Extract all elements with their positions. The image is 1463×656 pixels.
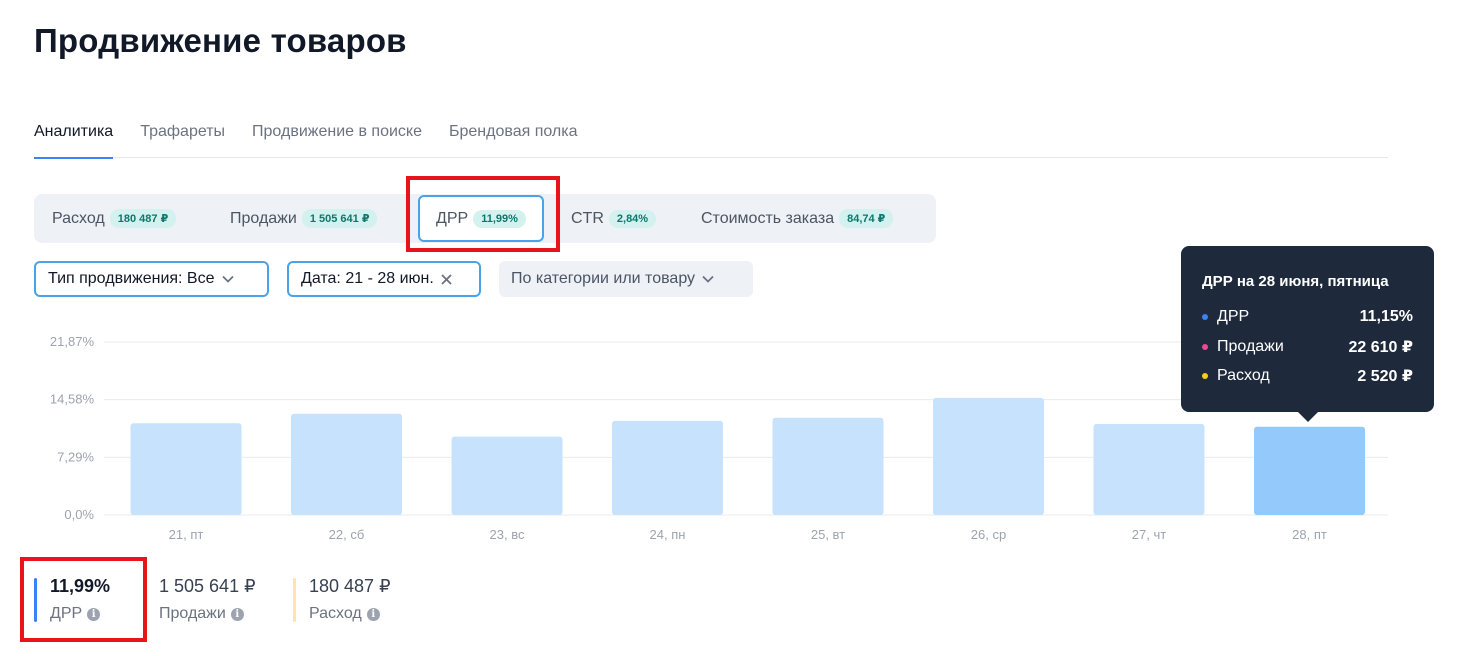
summary-value: 1 505 641 ₽ — [159, 576, 256, 596]
x-tick-label: 28, пт — [1292, 527, 1327, 542]
bar[interactable] — [1254, 426, 1365, 515]
metric-label: Расход — [52, 209, 105, 227]
summary-color-bar — [143, 578, 146, 622]
info-icon[interactable]: i — [230, 607, 244, 621]
x-tick-label: 23, вс — [490, 527, 525, 542]
metric-badge: 1 505 641 ₽ — [301, 209, 378, 228]
summary-sales[interactable]: 1 505 641 ₽ Продажи i — [143, 576, 278, 624]
summary-label: ДРР i — [50, 605, 101, 623]
info-icon[interactable]: i — [366, 607, 380, 621]
tab-stencils[interactable]: Трафареты — [140, 120, 225, 158]
tooltip-title: ДРР на 28 июня, пятница — [1202, 273, 1389, 290]
y-tick-label: 0,0% — [64, 507, 94, 522]
tab-analytics[interactable]: Аналитика — [34, 120, 114, 159]
metric-drr[interactable]: ДРР 11,99% — [418, 195, 544, 242]
summary-color-bar — [293, 578, 296, 622]
page-title: Продвижение товаров — [34, 22, 407, 59]
summary-drr[interactable]: 11,99% ДРР i — [34, 576, 144, 624]
bar[interactable] — [451, 436, 563, 515]
tooltip-row-value: 11,15% — [1359, 308, 1413, 325]
metric-expense[interactable]: Расход 180 487 ₽ — [52, 194, 177, 243]
filter-label: Тип продвижения: Все — [48, 270, 215, 287]
bar[interactable] — [1093, 424, 1205, 515]
summary-value: 180 487 ₽ — [309, 576, 391, 596]
bar[interactable] — [291, 413, 402, 515]
x-tick-label: 25, вт — [811, 527, 845, 542]
info-icon[interactable]: i — [87, 607, 101, 621]
x-tick-label: 22, сб — [329, 527, 365, 542]
tooltip-row-sales: Продажи 22 610 ₽ — [1202, 337, 1413, 357]
metrics-bar: Расход 180 487 ₽ Продажи 1 505 641 ₽ ДРР… — [34, 194, 936, 243]
chevron-down-icon — [702, 275, 714, 283]
chevron-down-icon — [221, 275, 234, 283]
tabs-bar: Аналитика Трафареты Продвижение в поиске… — [34, 120, 1388, 159]
filter-category[interactable]: По категории или товару — [499, 261, 753, 297]
x-tick-label: 21, пт — [169, 527, 204, 542]
filter-promotion-type[interactable]: Тип продвижения: Все — [34, 261, 269, 297]
tooltip-row-label: Расход — [1217, 367, 1270, 384]
bar[interactable] — [130, 423, 242, 515]
chart-tooltip: ДРР на 28 июня, пятница ДРР 11,15% Прода… — [1181, 246, 1434, 422]
tooltip-row-expense: Расход 2 520 ₽ — [1202, 366, 1413, 386]
close-icon[interactable] — [441, 273, 452, 285]
bar[interactable] — [772, 417, 884, 515]
filter-date[interactable]: Дата: 21 - 28 июн. — [287, 261, 481, 297]
metric-badge: 11,99% — [473, 209, 526, 228]
metric-order-cost[interactable]: Стоимость заказа 84,74 ₽ — [701, 194, 894, 243]
metric-label: CTR — [571, 209, 604, 227]
summary-expense[interactable]: 180 487 ₽ Расход i — [293, 576, 418, 624]
tab-brand-shelf[interactable]: Брендовая полка — [449, 120, 578, 158]
tooltip-row-drr: ДРР 11,15% — [1202, 308, 1413, 326]
bar[interactable] — [612, 420, 723, 515]
tab-search-promotion[interactable]: Продвижение в поиске — [252, 120, 422, 158]
filter-label: По категории или товару — [511, 270, 696, 287]
dot-icon — [1202, 373, 1208, 379]
summary-label-text: ДРР — [50, 605, 83, 622]
metric-badge: 84,74 ₽ — [839, 209, 894, 228]
metric-ctr[interactable]: CTR 2,84% — [571, 194, 657, 243]
summary-label-text: Продажи — [159, 605, 226, 622]
x-tick-label: 24, пн — [650, 527, 686, 542]
summary-color-bar — [34, 578, 37, 622]
dot-icon — [1202, 344, 1208, 350]
metric-label: Стоимость заказа — [701, 209, 835, 227]
metric-badge: 180 487 ₽ — [109, 209, 177, 228]
metric-label: ДРР — [436, 209, 469, 227]
x-tick-label: 26, ср — [971, 527, 1006, 542]
y-tick-label: 7,29% — [57, 449, 94, 464]
metric-sales[interactable]: Продажи 1 505 641 ₽ — [230, 194, 378, 243]
tooltip-row-label: Продажи — [1217, 338, 1284, 355]
tooltip-row-value: 22 610 ₽ — [1348, 339, 1413, 356]
dot-icon — [1202, 314, 1208, 320]
bar[interactable] — [933, 397, 1044, 515]
filter-label: Дата: 21 - 28 июн. — [301, 270, 434, 287]
summary-label-text: Расход — [309, 605, 362, 622]
tooltip-row-value: 2 520 ₽ — [1357, 368, 1413, 385]
metric-badge: 2,84% — [608, 209, 657, 228]
x-tick-label: 27, чт — [1132, 527, 1166, 542]
summary-value: 11,99% — [50, 576, 111, 596]
metric-label: Продажи — [230, 209, 297, 227]
summary-label: Расход i — [309, 605, 380, 623]
y-tick-label: 21,87% — [50, 334, 95, 349]
y-tick-label: 14,58% — [50, 392, 95, 407]
tooltip-row-label: ДРР — [1217, 308, 1250, 325]
summary-label: Продажи i — [159, 605, 244, 623]
